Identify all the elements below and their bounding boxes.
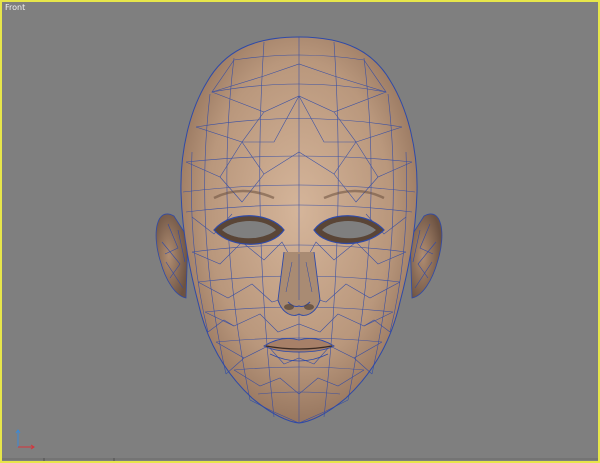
nose <box>277 251 321 316</box>
axis-tripod-gizmo <box>15 429 35 450</box>
viewport-bottom-ruler <box>2 458 598 461</box>
head-mesh-render[interactable] <box>2 2 598 461</box>
front-viewport[interactable]: Front <box>0 0 600 463</box>
